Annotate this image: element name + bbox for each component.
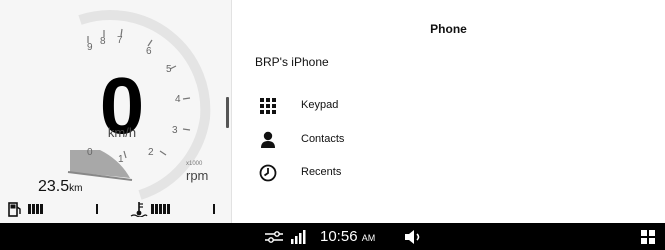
page-title: Phone [430,22,467,36]
app-grid-icon[interactable] [641,230,655,244]
coolant-temp-icon [130,202,148,217]
rpm-multiplier: x1000 [186,161,203,167]
odometer: 23.5km [38,178,82,196]
tach-label-5: 5 [166,64,172,75]
pane-drag-handle[interactable] [226,97,229,128]
odometer-value: 23.5 [38,178,70,195]
tach-label-6: 6 [146,46,152,57]
fuel-pump-icon [8,202,21,217]
temp-gauge-end [213,204,215,214]
menu-item-keypad[interactable]: Keypad [258,94,458,118]
tach-label-9: 9 [87,42,93,53]
tach-label-2: 2 [148,147,154,158]
rpm-unit: rpm [186,168,209,183]
tach-label-8: 8 [100,36,106,47]
volume-icon[interactable] [404,229,422,245]
gauge-status-row [8,201,223,217]
menu-item-label: Keypad [301,99,339,111]
tach-label-4: 4 [175,94,181,105]
tach-label-3: 3 [172,125,178,136]
clock: 10:56 AM [320,228,375,245]
menu-item-recents[interactable]: Recents [258,161,458,185]
instrument-cluster: 9 8 7 6 5 4 3 2 1 0 0 km/h x1000 rpm 23.… [0,0,231,223]
tach-label-0: 0 [87,147,93,158]
menu-item-label: Recents [301,166,342,178]
menu-item-contacts[interactable]: Contacts [258,128,458,152]
fuel-gauge-end [96,204,98,214]
tach-label-7: 7 [117,35,123,46]
speed-unit: km/h [107,125,137,140]
clock-time: 10:56 [320,228,358,245]
temp-level-bars [151,204,171,222]
keypad-icon [260,98,276,114]
connected-device-name: BRP's iPhone [255,55,329,69]
bottom-status-bar: 10:56 AM [0,223,665,250]
odometer-unit: km [69,183,83,194]
settings-sliders-icon[interactable] [264,230,284,244]
clock-ampm: AM [361,233,376,243]
infotainment-screen: 9 8 7 6 5 4 3 2 1 0 0 km/h x1000 rpm 23.… [0,0,665,223]
clock-icon [259,164,277,182]
tach-label-1: 1 [118,154,124,165]
signal-icon [291,230,306,244]
menu-item-label: Contacts [301,133,345,145]
fuel-level-bars [28,204,44,222]
contact-icon [261,131,275,148]
